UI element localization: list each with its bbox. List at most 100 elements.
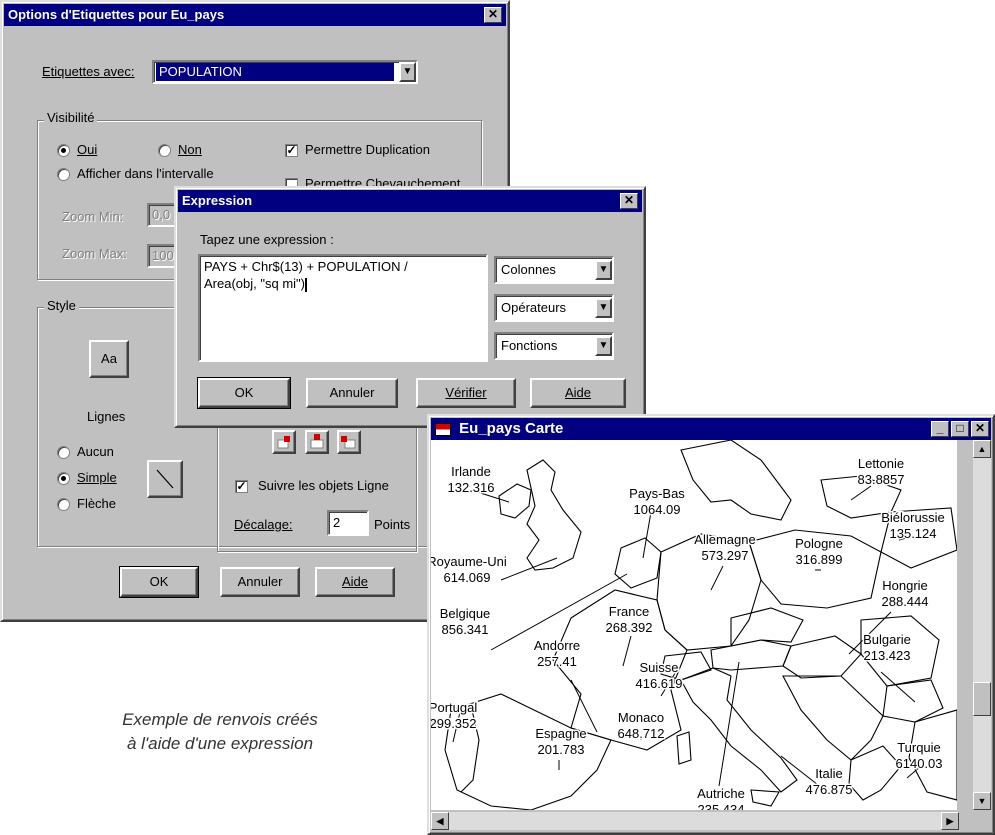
map-label-value: 299.352: [431, 716, 477, 731]
map-label-name: Allemagne: [694, 532, 755, 547]
operators-dropdown[interactable]: Opérateurs ▼: [494, 294, 614, 322]
label-options-titlebar[interactable]: Options d'Etiquettes pour Eu_pays ✕: [4, 4, 506, 26]
lines-title: Lignes: [87, 409, 126, 424]
expression-cancel-button[interactable]: Annuler: [306, 378, 398, 408]
expression-line-1: PAYS + Chr$(13) + POPULATION /: [204, 259, 408, 274]
map-label-name: Suisse: [639, 660, 678, 675]
line-none-label: Aucun: [77, 444, 114, 459]
line-arrow-radio[interactable]: [57, 498, 70, 511]
visibility-no-radio[interactable]: [158, 144, 171, 157]
zoom-max-value: 100: [152, 248, 174, 263]
line-style-button[interactable]: [147, 460, 183, 498]
functions-dropdown-label: Fonctions: [501, 338, 558, 353]
line-simple-label: Simple: [77, 470, 117, 485]
map-label-value: 288.444: [882, 594, 929, 609]
anchor-center-icon: [310, 434, 324, 449]
zoom-min-value: 0,0: [152, 207, 171, 222]
line-simple-radio[interactable]: [57, 472, 70, 485]
expression-textarea[interactable]: PAYS + Chr$(13) + POPULATION / Area(obj,…: [198, 254, 488, 362]
zoom-max-label: Zoom Max:: [62, 246, 128, 261]
map-label-name: Autriche: [697, 786, 745, 801]
expression-ok-button[interactable]: OK: [197, 377, 291, 409]
visibility-yes-label: Oui: [77, 142, 98, 157]
allow-duplication-checkbox[interactable]: ✓: [285, 144, 298, 157]
chevron-down-icon[interactable]: ▼: [595, 260, 612, 280]
map-label-18: Italie 476.875: [806, 766, 853, 797]
map-label-name: Portugal: [431, 700, 477, 715]
map-labels-layer: Irlande 132.316 Pays-Bas 1064.09 Lettonie 83.…: [431, 455, 946, 811]
chevron-down-icon[interactable]: ▼: [595, 298, 612, 318]
scroll-right-arrow-icon[interactable]: ▶: [941, 812, 959, 830]
vertical-scroll-thumb[interactable]: [973, 682, 991, 716]
anchor-left-icon: [277, 436, 290, 449]
verify-button[interactable]: Vérifier: [416, 378, 516, 408]
offset-input[interactable]: 2: [327, 510, 369, 536]
scroll-up-arrow-icon[interactable]: ▲: [973, 440, 991, 458]
map-label-17: Autriche 235.434: [697, 786, 745, 810]
maximize-icon[interactable]: □: [951, 421, 969, 437]
map-label-12: Suisse 416.619: [636, 660, 683, 691]
map-label-1: Pays-Bas 1064.09: [629, 486, 685, 517]
show-in-range-radio[interactable]: [57, 168, 70, 181]
map-label-value: 135.124: [890, 526, 937, 541]
map-label-8: France 268.392: [606, 604, 653, 635]
map-label-7: Hongrie 288.444: [882, 578, 929, 609]
zoom-min-label: Zoom Min:: [62, 209, 124, 224]
line-none-radio[interactable]: [57, 446, 70, 459]
options-help-button[interactable]: Aide: [315, 567, 395, 597]
map-label-name: Biélorussie: [881, 510, 945, 525]
expression-titlebar[interactable]: Expression ✕: [178, 190, 642, 212]
map-label-10: Bulgarie 213.423: [863, 632, 911, 663]
options-cancel-button[interactable]: Annuler: [220, 567, 300, 597]
anchor-right-button[interactable]: [337, 430, 361, 454]
map-label-9: Belgique 856.341: [440, 606, 491, 637]
columns-dropdown[interactable]: Colonnes ▼: [494, 256, 614, 284]
chevron-down-icon[interactable]: ▼: [399, 62, 416, 82]
map-label-name: Hongrie: [882, 578, 928, 593]
label-with-select[interactable]: POPULATION ▼: [152, 60, 418, 84]
anchor-right-icon: [341, 436, 356, 449]
map-label-name: Turquie: [897, 740, 941, 755]
scroll-down-arrow-icon[interactable]: ▼: [973, 792, 991, 810]
map-label-2: Lettonie 83.8857: [858, 456, 905, 487]
map-label-value: 416.619: [636, 676, 683, 691]
close-icon[interactable]: ✕: [484, 7, 502, 23]
expression-prompt: Tapez une expression :: [200, 232, 334, 247]
map-label-value: 316.899: [796, 552, 843, 567]
functions-dropdown[interactable]: Fonctions ▼: [494, 332, 614, 360]
map-label-value: 476.875: [806, 782, 853, 797]
map-label-name: Lettonie: [858, 456, 904, 471]
visibility-yes-radio[interactable]: [57, 144, 70, 157]
horizontal-scrollbar[interactable]: ◀ ▶: [431, 812, 959, 830]
visibility-no-label: Non: [178, 142, 202, 157]
map-canvas[interactable]: Irlande 132.316 Pays-Bas 1064.09 Lettonie 83.…: [431, 440, 957, 810]
follow-line-checkbox[interactable]: ✓: [235, 480, 248, 493]
anchor-center-button[interactable]: [305, 430, 329, 454]
map-app-icon: [435, 422, 451, 436]
map-label-name: France: [609, 604, 649, 619]
map-label-name: Irlande: [451, 464, 491, 479]
close-icon[interactable]: ✕: [971, 421, 989, 437]
map-window: Eu_pays Carte _ □ ✕ Irlande 132.316 Pays…: [427, 414, 995, 835]
caption-line-2: à l'aide d'une expression: [126, 734, 314, 753]
options-ok-button[interactable]: OK: [119, 566, 199, 598]
show-in-range-label: Afficher dans l'intervalle: [77, 166, 214, 181]
caption-line-1: Exemple de renvois créés: [122, 710, 318, 729]
map-label-value: 83.8857: [858, 472, 905, 487]
map-label-value: 614.069: [444, 570, 491, 585]
map-label-6: Royaume-Uni 614.069: [431, 554, 507, 585]
minimize-icon[interactable]: _: [931, 421, 949, 437]
expression-help-button[interactable]: Aide: [530, 378, 626, 408]
map-label-name: Pays-Bas: [629, 486, 685, 501]
vertical-scrollbar[interactable]: ▲ ▼: [973, 440, 991, 810]
close-icon[interactable]: ✕: [620, 193, 638, 209]
columns-dropdown-label: Colonnes: [501, 262, 556, 277]
map-label-13: Portugal 299.352: [431, 700, 477, 731]
map-window-titlebar[interactable]: Eu_pays Carte _ □ ✕: [431, 418, 991, 440]
anchor-left-button[interactable]: [272, 430, 296, 454]
scroll-left-arrow-icon[interactable]: ◀: [431, 812, 449, 830]
map-label-value: 268.392: [606, 620, 653, 635]
expression-title: Expression: [182, 193, 253, 208]
chevron-down-icon[interactable]: ▼: [595, 336, 612, 356]
font-style-button[interactable]: Aa: [89, 340, 129, 378]
